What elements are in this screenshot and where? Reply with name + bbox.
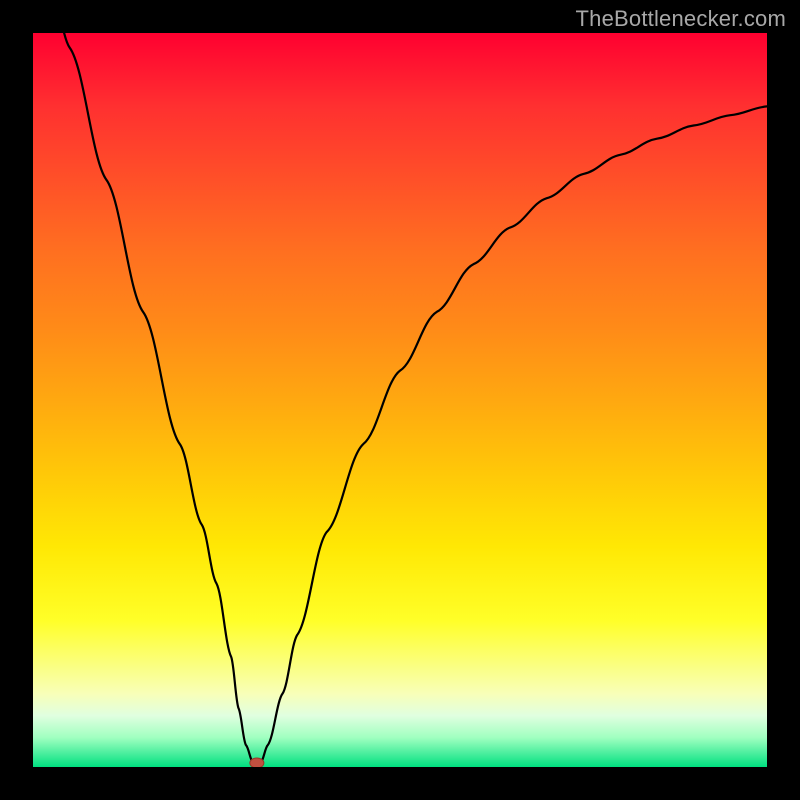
chart-frame: TheBottlenecker.com <box>0 0 800 800</box>
optimal-point-marker <box>250 758 264 767</box>
watermark-text: TheBottlenecker.com <box>576 6 786 32</box>
bottleneck-curve <box>33 33 767 763</box>
curve-layer <box>33 33 767 767</box>
plot-area <box>33 33 767 767</box>
